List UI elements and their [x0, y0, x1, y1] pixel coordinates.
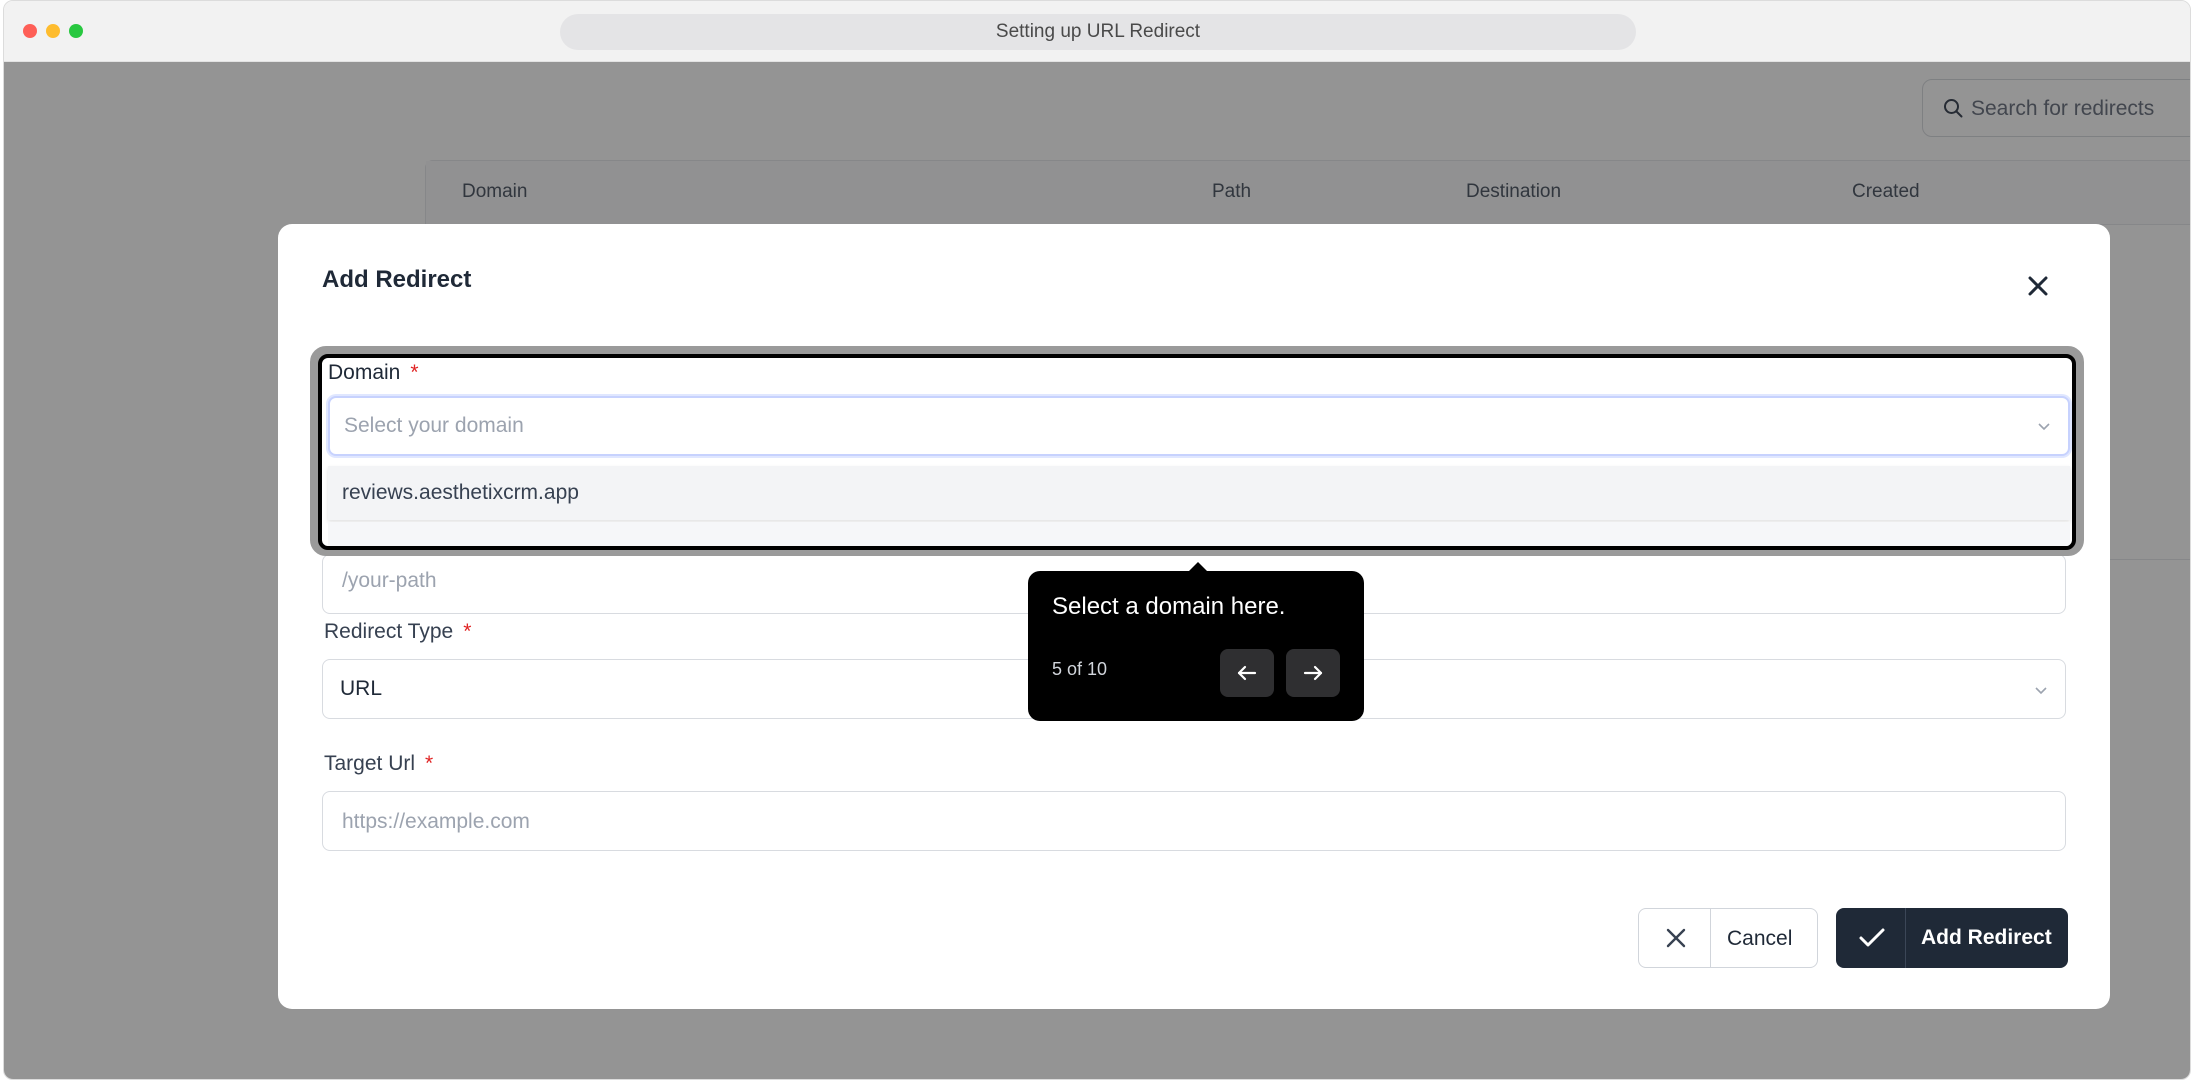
dropdown-bottom — [328, 522, 2070, 546]
tooltip-next-button[interactable] — [1286, 649, 1340, 697]
minimize-window-button[interactable] — [46, 24, 60, 38]
add-redirect-label: Add Redirect — [1921, 926, 2052, 949]
add-icon-cell — [1836, 908, 1906, 968]
cancel-button[interactable]: Cancel — [1638, 908, 1818, 968]
close-window-button[interactable] — [23, 24, 37, 38]
domain-placeholder: Select your domain — [344, 414, 524, 437]
chevron-down-icon — [2038, 423, 2050, 431]
tooltip-step-counter: 5 of 10 — [1052, 659, 1108, 679]
target-url-placeholder: https://example.com — [342, 810, 530, 833]
tooltip-text: Select a domain here. — [1052, 593, 1286, 620]
arrow-left-icon — [1237, 665, 1257, 681]
window-title: Setting up URL Redirect — [560, 14, 1636, 50]
domain-option-label: reviews.aesthetixcrm.app — [342, 481, 579, 504]
modal-title: Add Redirect — [322, 266, 472, 293]
domain-select[interactable]: Select your domain — [328, 396, 2070, 456]
domain-option[interactable]: reviews.aesthetixcrm.app — [328, 466, 2070, 520]
path-placeholder: /your-path — [342, 569, 437, 592]
add-redirect-button[interactable]: Add Redirect — [1836, 908, 2068, 968]
tour-tooltip: Select a domain here. 5 of 10 — [1028, 571, 1364, 721]
arrow-right-icon — [1303, 665, 1323, 681]
tooltip-previous-button[interactable] — [1220, 649, 1274, 697]
target-url-input[interactable]: https://example.com — [322, 791, 2066, 851]
maximize-window-button[interactable] — [69, 24, 83, 38]
cancel-icon-cell — [1639, 909, 1711, 967]
domain-label: Domain * — [328, 361, 419, 384]
redirect-type-value: URL — [340, 677, 383, 700]
title-bar: Setting up URL Redirect — [4, 1, 2190, 62]
chevron-down-icon — [2035, 687, 2047, 695]
close-icon[interactable] — [2024, 272, 2052, 300]
redirect-type-label: Redirect Type * — [324, 620, 472, 643]
domain-highlight: Domain * Select your domain reviews.aesth… — [318, 354, 2076, 550]
cancel-label: Cancel — [1727, 927, 1793, 950]
check-icon — [1859, 928, 1885, 947]
x-icon — [1666, 928, 1686, 948]
target-url-label: Target Url * — [324, 752, 434, 775]
